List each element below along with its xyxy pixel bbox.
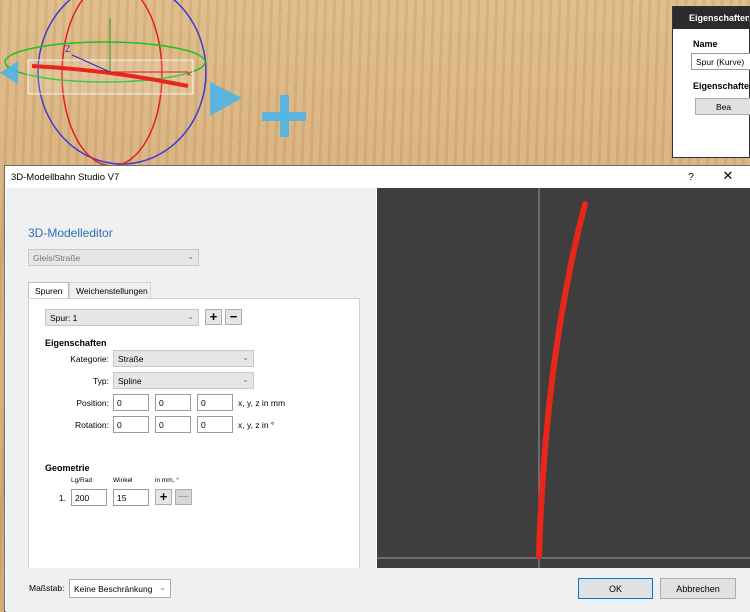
properties-title: Eigenschaften [673, 7, 749, 29]
axis-label-x: × [186, 69, 192, 80]
unit-column-header: in mm, ° [155, 477, 179, 484]
tracks-panel: Spur: 1 ⌄ + − Eigenschaften Kategorie: S… [28, 298, 360, 572]
editor-heading: 3D-Modelleditor [28, 226, 113, 240]
properties-heading: Eigenschaften [45, 338, 107, 348]
position-x-input[interactable]: 0 [113, 394, 149, 411]
chevron-down-icon: ⌄ [242, 375, 249, 384]
position-label: Position: [76, 398, 109, 408]
position-z-input[interactable]: 0 [197, 394, 233, 411]
tab-weichenstellungen[interactable]: Weichenstellungen [69, 282, 151, 299]
length-input[interactable]: 200 [71, 489, 107, 506]
add-track-button[interactable]: + [205, 309, 222, 325]
type-select[interactable]: Gleis/Straße ⌄ [28, 249, 199, 266]
rotation-z-input[interactable]: 0 [197, 416, 233, 433]
dialog-footer: Maßstab: Keine Beschränkung ⌄ OK Abbrech… [6, 568, 750, 612]
properties-section-label: Eigenschaften [693, 81, 750, 91]
add-segment-button[interactable]: + [155, 489, 172, 505]
move-arrow-left [0, 61, 18, 84]
help-button[interactable]: ? [681, 169, 701, 187]
ok-button[interactable]: OK [578, 578, 653, 599]
name-label: Name [693, 39, 718, 49]
row-index: 1. [58, 493, 66, 503]
position-unit-label: x, y, z in mm [238, 398, 286, 408]
cancel-button[interactable]: Abbrechen [660, 578, 736, 599]
window-title: 3D-Modellbahn Studio V7 [11, 172, 120, 183]
rotation-y-input[interactable]: 0 [155, 416, 191, 433]
axis-label-z: Z [65, 44, 71, 54]
spline-type-select[interactable]: Spline ⌄ [113, 372, 254, 389]
scale-label: Maßstab: [29, 583, 65, 593]
transform-gizmo[interactable]: Z × [0, 0, 330, 165]
3d-preview-viewport[interactable] [377, 188, 750, 568]
remove-segment-button[interactable]: –– [175, 489, 192, 505]
category-select[interactable]: Straße ⌄ [113, 350, 254, 367]
close-button[interactable]: ✕ [715, 168, 741, 186]
title-bar: 3D-Modellbahn Studio V7 ? ✕ [5, 166, 750, 188]
spline-curve [536, 201, 588, 559]
chevron-down-icon: ⌄ [187, 312, 194, 321]
track-select[interactable]: Spur: 1 ⌄ [45, 309, 199, 326]
properties-panel: Eigenschaften Name Spur (Kurve) Eigensch… [672, 6, 750, 158]
type-label: Typ: [92, 376, 109, 386]
model-editor-dialog: 3D-Modellbahn Studio V7 ? ✕ 3D-Modelledi… [4, 165, 750, 612]
length-column-header: Lg/Rad [71, 477, 92, 484]
remove-track-button[interactable]: − [225, 309, 242, 325]
settings-area: 3D-Modelleditor Gleis/Straße ⌄ Spuren We… [6, 188, 376, 572]
category-label: Kategorie: [70, 354, 109, 364]
rotation-x-input[interactable]: 0 [113, 416, 149, 433]
angle-column-header: Winkel [113, 477, 133, 484]
chevron-down-icon: ⌄ [242, 353, 249, 362]
scale-select[interactable]: Keine Beschränkung ⌄ [69, 579, 171, 598]
chevron-down-icon: ⌄ [159, 583, 166, 592]
rotation-label: Rotation: [74, 420, 109, 430]
move-cross-v [280, 95, 289, 137]
rotation-unit-label: x, y, z in ° [238, 420, 275, 430]
position-y-input[interactable]: 0 [155, 394, 191, 411]
geometry-heading: Geometrie [45, 463, 90, 473]
angle-input[interactable]: 15 [113, 489, 149, 506]
chevron-down-icon: ⌄ [187, 252, 194, 261]
edit-button[interactable]: Bea [695, 98, 750, 115]
name-input[interactable]: Spur (Kurve) [691, 53, 750, 70]
move-arrow-right [210, 82, 242, 116]
tab-spuren[interactable]: Spuren [28, 282, 69, 299]
